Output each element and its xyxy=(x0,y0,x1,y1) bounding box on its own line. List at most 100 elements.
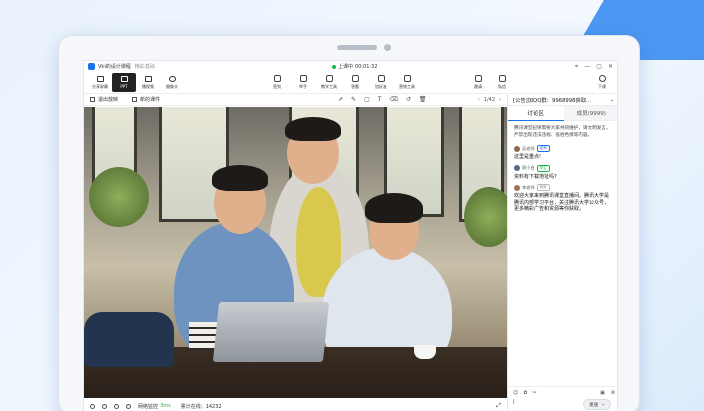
quiz-button[interactable]: 答题 xyxy=(342,75,368,90)
send-button[interactable]: 发送 ⌄ xyxy=(583,399,611,410)
chat-message: 李老师 助教 欢迎大家来到腾讯课堂直播间。腾讯大学是腾讯内部学习平台，关注腾讯大… xyxy=(508,182,617,215)
role-badge: 助教 xyxy=(536,184,550,191)
message-button[interactable]: 私信 xyxy=(493,75,511,90)
sender-name: 李老师 xyxy=(522,184,535,190)
input-tools: ☺ ✿ ✂ ▣ ⊗ xyxy=(508,387,617,399)
avatar[interactable] xyxy=(514,145,520,152)
message-meta: 李老师 助教 xyxy=(514,184,613,191)
more-icon[interactable]: ⊗ xyxy=(611,390,615,396)
system-message: 腾讯课堂纪律需要大家共同维护，请文明发言。严禁出现违法违规、低俗色情等内容。 xyxy=(514,126,611,138)
undo-icon[interactable]: ↺ xyxy=(406,96,411,103)
page-number: 1/42 xyxy=(483,96,495,103)
backpack xyxy=(84,312,174,367)
speaker-icon[interactable] xyxy=(102,403,107,409)
network-value: 3ms xyxy=(160,403,171,409)
right-tools: 邀请 私信 下课 xyxy=(469,75,611,90)
close-icon[interactable]: ✕ xyxy=(608,63,613,71)
mode-camera[interactable]: 摄像头 xyxy=(160,73,184,92)
title-bar: Vki的设计课程 精彩基础 上课中 00:01:32 ⌖ — ▢ ✕ xyxy=(84,61,617,72)
next-page-icon[interactable]: › xyxy=(499,97,501,103)
emoji-icon[interactable]: ☺ xyxy=(513,390,518,396)
exit-presentation-button[interactable]: 退出放映 xyxy=(90,96,118,103)
flower-icon[interactable]: ✿ xyxy=(523,390,527,396)
student-left-hair xyxy=(212,165,268,191)
checkin-button[interactable]: 签到 xyxy=(264,75,290,90)
settings-icon[interactable] xyxy=(126,403,131,409)
announcement[interactable]: [公告]加QQ群：9968998获取... ⌄ xyxy=(508,94,617,106)
tool-label: 答题 xyxy=(351,84,359,89)
student-right-hair xyxy=(365,193,423,223)
tool-label: 私信 xyxy=(498,84,506,89)
teaching-tools-icon xyxy=(325,75,333,82)
message-text: 这里是重点! xyxy=(514,154,542,160)
shape-icon[interactable]: ▢ xyxy=(364,96,370,103)
chat-message: 吴老师 老师 这里是重点! xyxy=(508,143,617,163)
image-icon[interactable]: ▣ xyxy=(600,390,605,396)
ppt-icon xyxy=(120,76,128,82)
mic-icon[interactable] xyxy=(90,403,95,409)
laptop xyxy=(212,302,330,362)
laptop-frame: Vki的设计课程 精彩基础 上课中 00:01:32 ⌖ — ▢ ✕ 分享屏幕 xyxy=(58,35,640,411)
mode-share-screen[interactable]: 分享屏幕 xyxy=(88,73,112,92)
pen-icon[interactable]: ✎ xyxy=(351,96,356,103)
plant xyxy=(89,167,149,227)
teaching-tools-button[interactable]: 教学工具 xyxy=(316,75,342,90)
camera-icon xyxy=(384,44,391,51)
chat-tabs: 讨论区 成员(9999) xyxy=(508,106,617,121)
tool-label: 举手 xyxy=(299,84,307,89)
delete-icon[interactable]: 🗑 xyxy=(419,96,427,103)
video-icon xyxy=(144,75,152,82)
coffee-cup xyxy=(414,345,436,359)
minimize-icon[interactable]: — xyxy=(584,63,590,71)
scissors-icon[interactable]: ✂ xyxy=(532,390,536,396)
text-icon[interactable]: T xyxy=(378,96,382,103)
marketing-tools-button[interactable]: 营销工具 xyxy=(394,75,420,90)
fullscreen-icon[interactable]: ⤢ xyxy=(496,402,501,410)
send-label: 发送 xyxy=(588,402,599,408)
tab-members[interactable]: 成员(9999) xyxy=(563,106,617,121)
new-label: 新的课件 xyxy=(140,97,161,103)
raise-hand-button[interactable]: 举手 xyxy=(290,75,316,90)
annotation-tools: ➚ ✎ ▢ T ⌫ ↺ 🗑 xyxy=(338,96,427,103)
tool-label: 下课 xyxy=(598,84,606,89)
courseware-icon xyxy=(132,97,138,102)
new-courseware-button[interactable]: 新的课件 xyxy=(132,96,160,103)
mode-video[interactable]: 播视频 xyxy=(136,73,160,92)
eraser-icon[interactable]: ⌫ xyxy=(389,96,397,103)
message-text: 资料有下载地址吗? xyxy=(514,173,557,180)
add-friend-button[interactable]: 加好友 xyxy=(368,75,394,90)
mode-label: 播视频 xyxy=(142,83,154,89)
chat-message: 周小白 学生 资料有下载地址吗? xyxy=(508,163,617,183)
tab-discussion[interactable]: 讨论区 xyxy=(508,106,564,121)
pin-icon[interactable]: ⌖ xyxy=(575,63,578,71)
live-dot-icon xyxy=(332,64,336,69)
mode-label: 摄像头 xyxy=(166,83,178,89)
tool-label: 邀请 xyxy=(474,84,482,89)
maximize-icon[interactable]: ▢ xyxy=(596,63,602,71)
status-bar: 网络监控 3ms 累计在线：14232 ⤢ xyxy=(84,398,507,411)
live-status-label: 上课中 xyxy=(338,64,354,70)
chevron-down-icon[interactable]: ⌄ xyxy=(610,97,614,103)
prev-page-icon[interactable]: ‹ xyxy=(478,97,480,103)
pointer-icon[interactable]: ➚ xyxy=(338,96,343,103)
presentation-bar: 退出放映 新的课件 ➚ ✎ ▢ T ⌫ ↺ 🗑 ‹ 1/42 › xyxy=(84,94,507,106)
music-icon[interactable] xyxy=(114,403,119,409)
raise-hand-icon xyxy=(299,75,307,82)
camera-bar xyxy=(337,45,377,50)
mode-ppt[interactable]: PPT xyxy=(112,73,136,92)
tool-label: 教学工具 xyxy=(321,84,337,89)
end-class-button[interactable]: 下课 xyxy=(593,75,611,90)
main-toolbar: 分享屏幕 PPT 播视频 摄像头 签到 举手 教学工具 答题 加好友 营销工具 xyxy=(84,72,617,94)
app-logo-icon xyxy=(88,63,95,70)
avatar[interactable] xyxy=(514,165,520,171)
total-online: 累计在线：14232 xyxy=(180,403,222,410)
announcement-text: [公告]加QQ群：9968998获取... xyxy=(513,97,592,104)
chevron-down-icon[interactable]: ⌄ xyxy=(601,402,605,407)
app-window: Vki的设计课程 精彩基础 上课中 00:01:32 ⌖ — ▢ ✕ 分享屏幕 xyxy=(83,60,618,411)
mode-label: PPT xyxy=(120,84,128,89)
invite-button[interactable]: 邀请 xyxy=(469,75,487,90)
tool-label: 加好友 xyxy=(375,84,387,89)
avatar[interactable] xyxy=(514,184,520,191)
slide-photo xyxy=(84,107,507,398)
